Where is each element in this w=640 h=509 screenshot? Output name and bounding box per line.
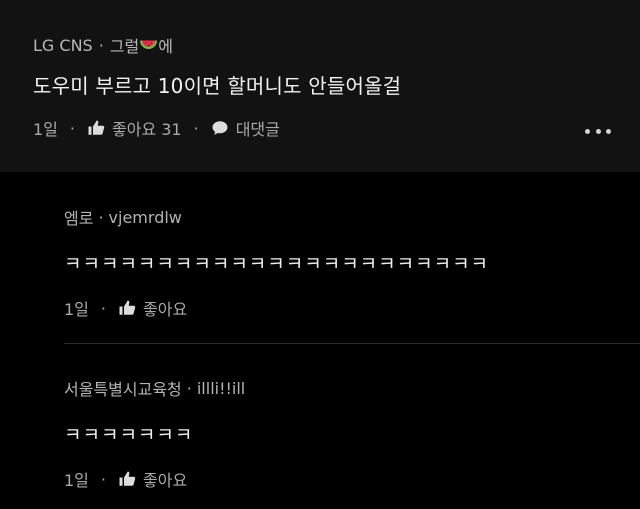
thumbs-up-icon [119,300,136,315]
post-like-button[interactable]: 좋아요 31 [87,116,182,140]
reply-like-button[interactable]: 좋아요 [118,296,187,320]
action-dot: · [193,118,199,138]
reply-actions: 1일 · 좋아요 [64,467,624,491]
more-dot-icon [606,128,611,134]
reply-author-line[interactable]: 서울특별시교육청 · illli!!ill [64,376,624,400]
post-time: 1일 [33,120,58,139]
author-nickname-part2: 에 [158,37,173,56]
thumbs-up-icon [88,120,105,135]
reply-time: 1일 [64,300,89,319]
author-company: LG CNS [33,35,93,55]
post-author-line[interactable]: LG CNS · 그럴 에 [33,33,173,57]
action-dot: · [100,298,106,318]
speech-bubble-icon [212,121,228,135]
reply-time: 1일 [64,471,89,490]
post-like-label: 좋아요 31 [112,120,182,139]
reply-like-label: 좋아요 [143,471,188,490]
post-reply-label: 대댓글 [235,120,280,139]
watermelon-icon [140,39,158,49]
author-nickname-part1: 그럴 [109,37,140,56]
post-title: 도우미 부르고 10이면 할머니도 안들어올걸 [33,74,402,98]
reply-company: 엠로 [64,209,94,228]
author-separator: · [98,35,104,55]
reply-text: ㅋㅋㅋㅋㅋㅋㅋ [64,424,194,446]
action-dot: · [69,118,75,138]
more-options-button[interactable] [585,126,611,136]
reply-author-line[interactable]: 엠로 · vjemrdlw [64,205,624,229]
reply-item: 서울특별시교육청 · illli!!ill ㅋㅋㅋㅋㅋㅋㅋ 1일 · 좋아요 [64,376,624,491]
reply-separator: · [98,207,104,227]
reply-text: ㅋㅋㅋㅋㅋㅋㅋㅋㅋㅋㅋㅋㅋㅋㅋㅋㅋㅋㅋㅋㅋㅋㅋ [64,253,490,275]
thumbs-up-icon [119,471,136,486]
reply-handle: illli!!ill [196,378,246,398]
more-dot-icon [595,128,601,134]
reply-separator: · [186,378,192,398]
original-post: LG CNS · 그럴 에 도우미 부르고 10이면 할머니도 안들어올걸 1일… [0,0,640,172]
reply-item: 엠로 · vjemrdlw ㅋㅋㅋㅋㅋㅋㅋㅋㅋㅋㅋㅋㅋㅋㅋㅋㅋㅋㅋㅋㅋㅋㅋ 1일… [64,205,624,320]
action-dot: · [100,469,106,489]
reply-actions: 1일 · 좋아요 [64,296,624,320]
post-reply-button[interactable]: 대댓글 [211,116,280,140]
reply-company: 서울특별시교육청 [64,380,182,399]
post-actions: 1일 · 좋아요 31 · 대댓글 [33,116,280,140]
reply-handle: vjemrdlw [108,207,182,227]
reply-divider [64,343,640,344]
reply-like-button[interactable]: 좋아요 [118,467,187,491]
reply-like-label: 좋아요 [143,300,188,319]
more-dot-icon [585,128,590,134]
